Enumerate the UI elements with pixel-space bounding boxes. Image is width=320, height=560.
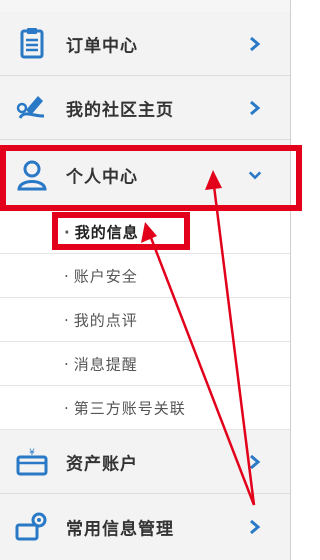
clipboard-icon	[20, 27, 44, 58]
submenu-item-label: 我的点评	[64, 309, 138, 330]
submenu-item-account-security[interactable]: 账户安全	[0, 254, 290, 298]
menu-item-personal-center[interactable]: 个人中心	[0, 140, 290, 210]
submenu-item-my-reviews[interactable]: 我的点评	[0, 298, 290, 342]
chevron-right-icon	[250, 36, 261, 51]
chevron-right-icon	[250, 454, 261, 469]
menu-item-assets[interactable]: ¥ 资产账户	[0, 430, 290, 494]
menu-item-community[interactable]: 我的社区主页	[0, 76, 290, 140]
menu-divider	[290, 0, 291, 560]
gear-icon	[15, 512, 47, 541]
menu-item-label: 个人中心	[66, 167, 138, 187]
menu-item-order-center[interactable]: 订单中心	[0, 12, 290, 76]
submenu-item-notifications[interactable]: 消息提醒	[0, 342, 290, 386]
edit-pen-icon	[16, 95, 45, 119]
menu-item-label: 资产账户	[66, 454, 138, 474]
submenu-item-third-party-accounts[interactable]: 第三方账号关联	[0, 386, 290, 430]
side-menu: 订单中心 我的社区主页 个人中心 我的信息 账户安全 我的点评	[0, 0, 290, 560]
submenu-item-label: 第三方账号关联	[64, 397, 186, 418]
submenu-item-label: 账户安全	[64, 265, 138, 286]
wallet-icon: ¥	[16, 448, 48, 475]
submenu-item-label: 我的信息	[64, 221, 139, 242]
svg-text:¥: ¥	[29, 448, 35, 458]
menu-item-label: 常用信息管理	[66, 519, 174, 540]
submenu-item-my-info[interactable]: 我的信息	[0, 210, 290, 254]
user-icon	[17, 160, 47, 190]
chevron-down-icon	[248, 170, 262, 179]
menu-item-common-info[interactable]: 常用信息管理	[0, 494, 290, 560]
chevron-right-icon	[250, 519, 261, 535]
menu-item-label: 订单中心	[66, 36, 138, 56]
menu-item-label: 我的社区主页	[66, 100, 174, 120]
submenu-item-label: 消息提醒	[64, 353, 138, 374]
chevron-right-icon	[250, 100, 261, 115]
